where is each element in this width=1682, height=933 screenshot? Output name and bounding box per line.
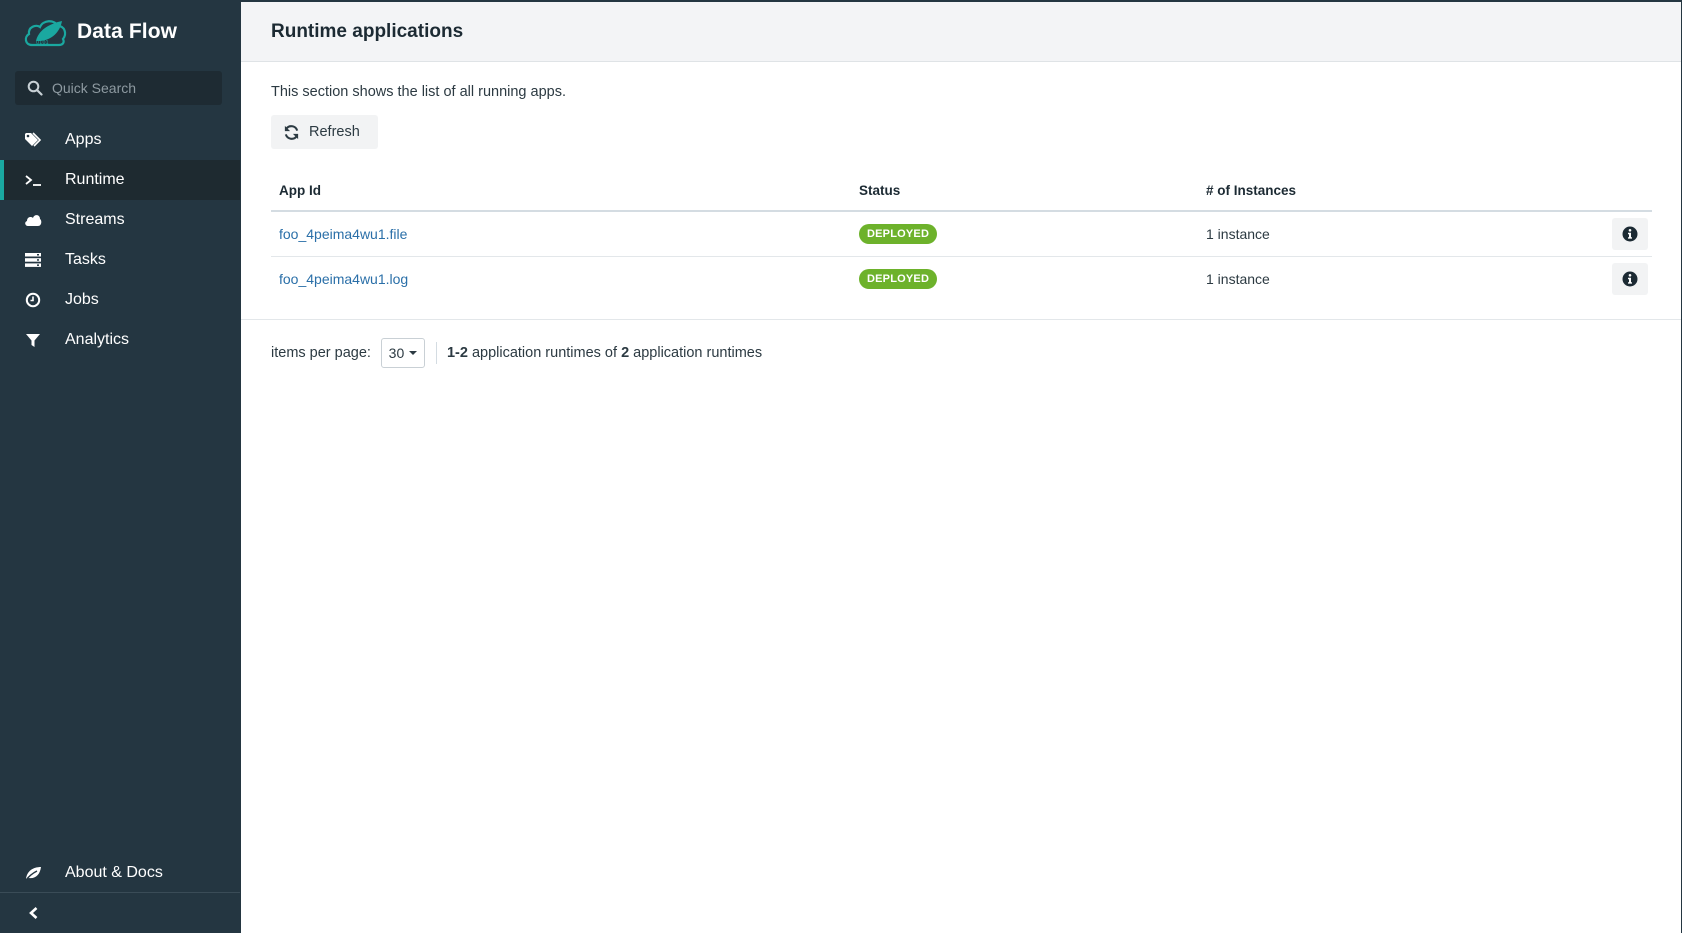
pagination-separator bbox=[435, 342, 437, 364]
sidebar-item-tasks[interactable]: Tasks bbox=[0, 240, 240, 280]
terminal-icon bbox=[23, 170, 43, 190]
column-header-actions bbox=[1502, 171, 1652, 212]
status-badge: DEPLOYED bbox=[859, 268, 938, 289]
app-details-button[interactable] bbox=[1612, 262, 1648, 295]
table-footer-divider bbox=[241, 319, 1681, 320]
refresh-button[interactable]: Refresh bbox=[271, 115, 378, 149]
sidebar: 0101 Data Flow Apps bbox=[0, 1, 240, 933]
items-per-page-label: items per page: bbox=[271, 345, 371, 361]
sidebar-item-label: About & Docs bbox=[65, 864, 163, 881]
instances-count: 1 instance bbox=[1206, 270, 1270, 287]
app-details-button[interactable] bbox=[1612, 217, 1648, 250]
server-icon bbox=[23, 250, 43, 270]
pagination-total: 2 bbox=[621, 345, 630, 361]
refresh-label: Refresh bbox=[309, 124, 360, 140]
brand[interactable]: 0101 Data Flow bbox=[22, 15, 177, 49]
sidebar-item-label: Jobs bbox=[65, 291, 99, 308]
sidebar-item-analytics[interactable]: Analytics bbox=[0, 320, 240, 360]
page-description: This section shows the list of all runni… bbox=[271, 84, 566, 100]
filter-icon bbox=[23, 330, 43, 350]
app-id-link[interactable]: foo_4peima4wu1.log bbox=[279, 271, 408, 287]
sidebar-divider bbox=[0, 892, 240, 893]
sidebar-item-apps[interactable]: Apps bbox=[0, 120, 240, 160]
spring-cloud-logo-icon: 0101 bbox=[24, 20, 67, 47]
sidebar-item-label: Streams bbox=[65, 211, 125, 228]
sidebar-item-streams[interactable]: Streams bbox=[0, 200, 240, 240]
items-per-page-select[interactable]: 30 bbox=[380, 338, 425, 368]
app-window: 0101 Data Flow Apps bbox=[0, 0, 1682, 933]
column-header-instances[interactable]: # of Instances bbox=[1198, 171, 1503, 212]
info-circle-icon bbox=[1622, 271, 1638, 287]
clock-icon bbox=[23, 290, 43, 310]
status-badge: DEPLOYED bbox=[859, 223, 938, 244]
page-header: Runtime applications bbox=[241, 2, 1681, 62]
items-per-page-value: 30 bbox=[388, 345, 405, 361]
instances-count: 1 instance bbox=[1198, 211, 1503, 257]
sidebar-item-label: Tasks bbox=[65, 251, 106, 268]
search-icon bbox=[27, 80, 43, 96]
sidebar-item-label: Apps bbox=[65, 131, 102, 148]
pagination-text: application runtimes of bbox=[467, 345, 622, 361]
column-header-app-id[interactable]: App Id bbox=[271, 171, 851, 212]
sidebar-item-jobs[interactable]: Jobs bbox=[0, 280, 240, 320]
tags-icon bbox=[23, 130, 43, 150]
table-row: foo_4peima4wu1.log DEPLOYED 1 instance bbox=[271, 256, 1652, 301]
quick-search[interactable] bbox=[15, 71, 222, 105]
cloud-icon bbox=[23, 210, 43, 230]
sidebar-item-runtime[interactable]: Runtime bbox=[0, 160, 240, 200]
pagination: items per page: 30 1-2 application runti… bbox=[271, 338, 762, 368]
chevron-left-icon bbox=[29, 907, 38, 919]
table-row: foo_4peima4wu1.file DEPLOYED 1 instance bbox=[271, 211, 1652, 257]
sidebar-item-about-docs[interactable]: About & Docs bbox=[0, 853, 240, 893]
refresh-icon bbox=[284, 124, 299, 140]
sidebar-nav: Apps Runtime Streams Tasks Jobs Analytic… bbox=[0, 120, 240, 360]
pagination-summary: 1-2 application runtimes of 2 applicatio… bbox=[447, 345, 762, 361]
runtime-apps-table: App Id Status # of Instances foo_4peima4… bbox=[271, 171, 1652, 301]
page-title: Runtime applications bbox=[271, 20, 464, 42]
quick-search-input[interactable] bbox=[52, 80, 212, 96]
pagination-text: application runtimes bbox=[629, 345, 763, 361]
app-title: Data Flow bbox=[77, 20, 178, 43]
leaf-icon bbox=[23, 863, 43, 883]
app-id-link[interactable]: foo_4peima4wu1.file bbox=[279, 226, 407, 242]
sidebar-item-label: Analytics bbox=[65, 331, 130, 348]
pagination-range: 1-2 bbox=[446, 345, 468, 361]
collapse-sidebar-button[interactable] bbox=[24, 903, 44, 923]
info-circle-icon bbox=[1622, 226, 1638, 242]
caret-down-icon bbox=[409, 351, 418, 355]
column-header-status[interactable]: Status bbox=[851, 171, 1198, 212]
sidebar-item-label: Runtime bbox=[65, 171, 125, 188]
main-content: Runtime applications This section shows … bbox=[241, 2, 1681, 933]
svg-text:0101: 0101 bbox=[36, 40, 49, 46]
table-header-row: App Id Status # of Instances bbox=[271, 171, 1652, 212]
